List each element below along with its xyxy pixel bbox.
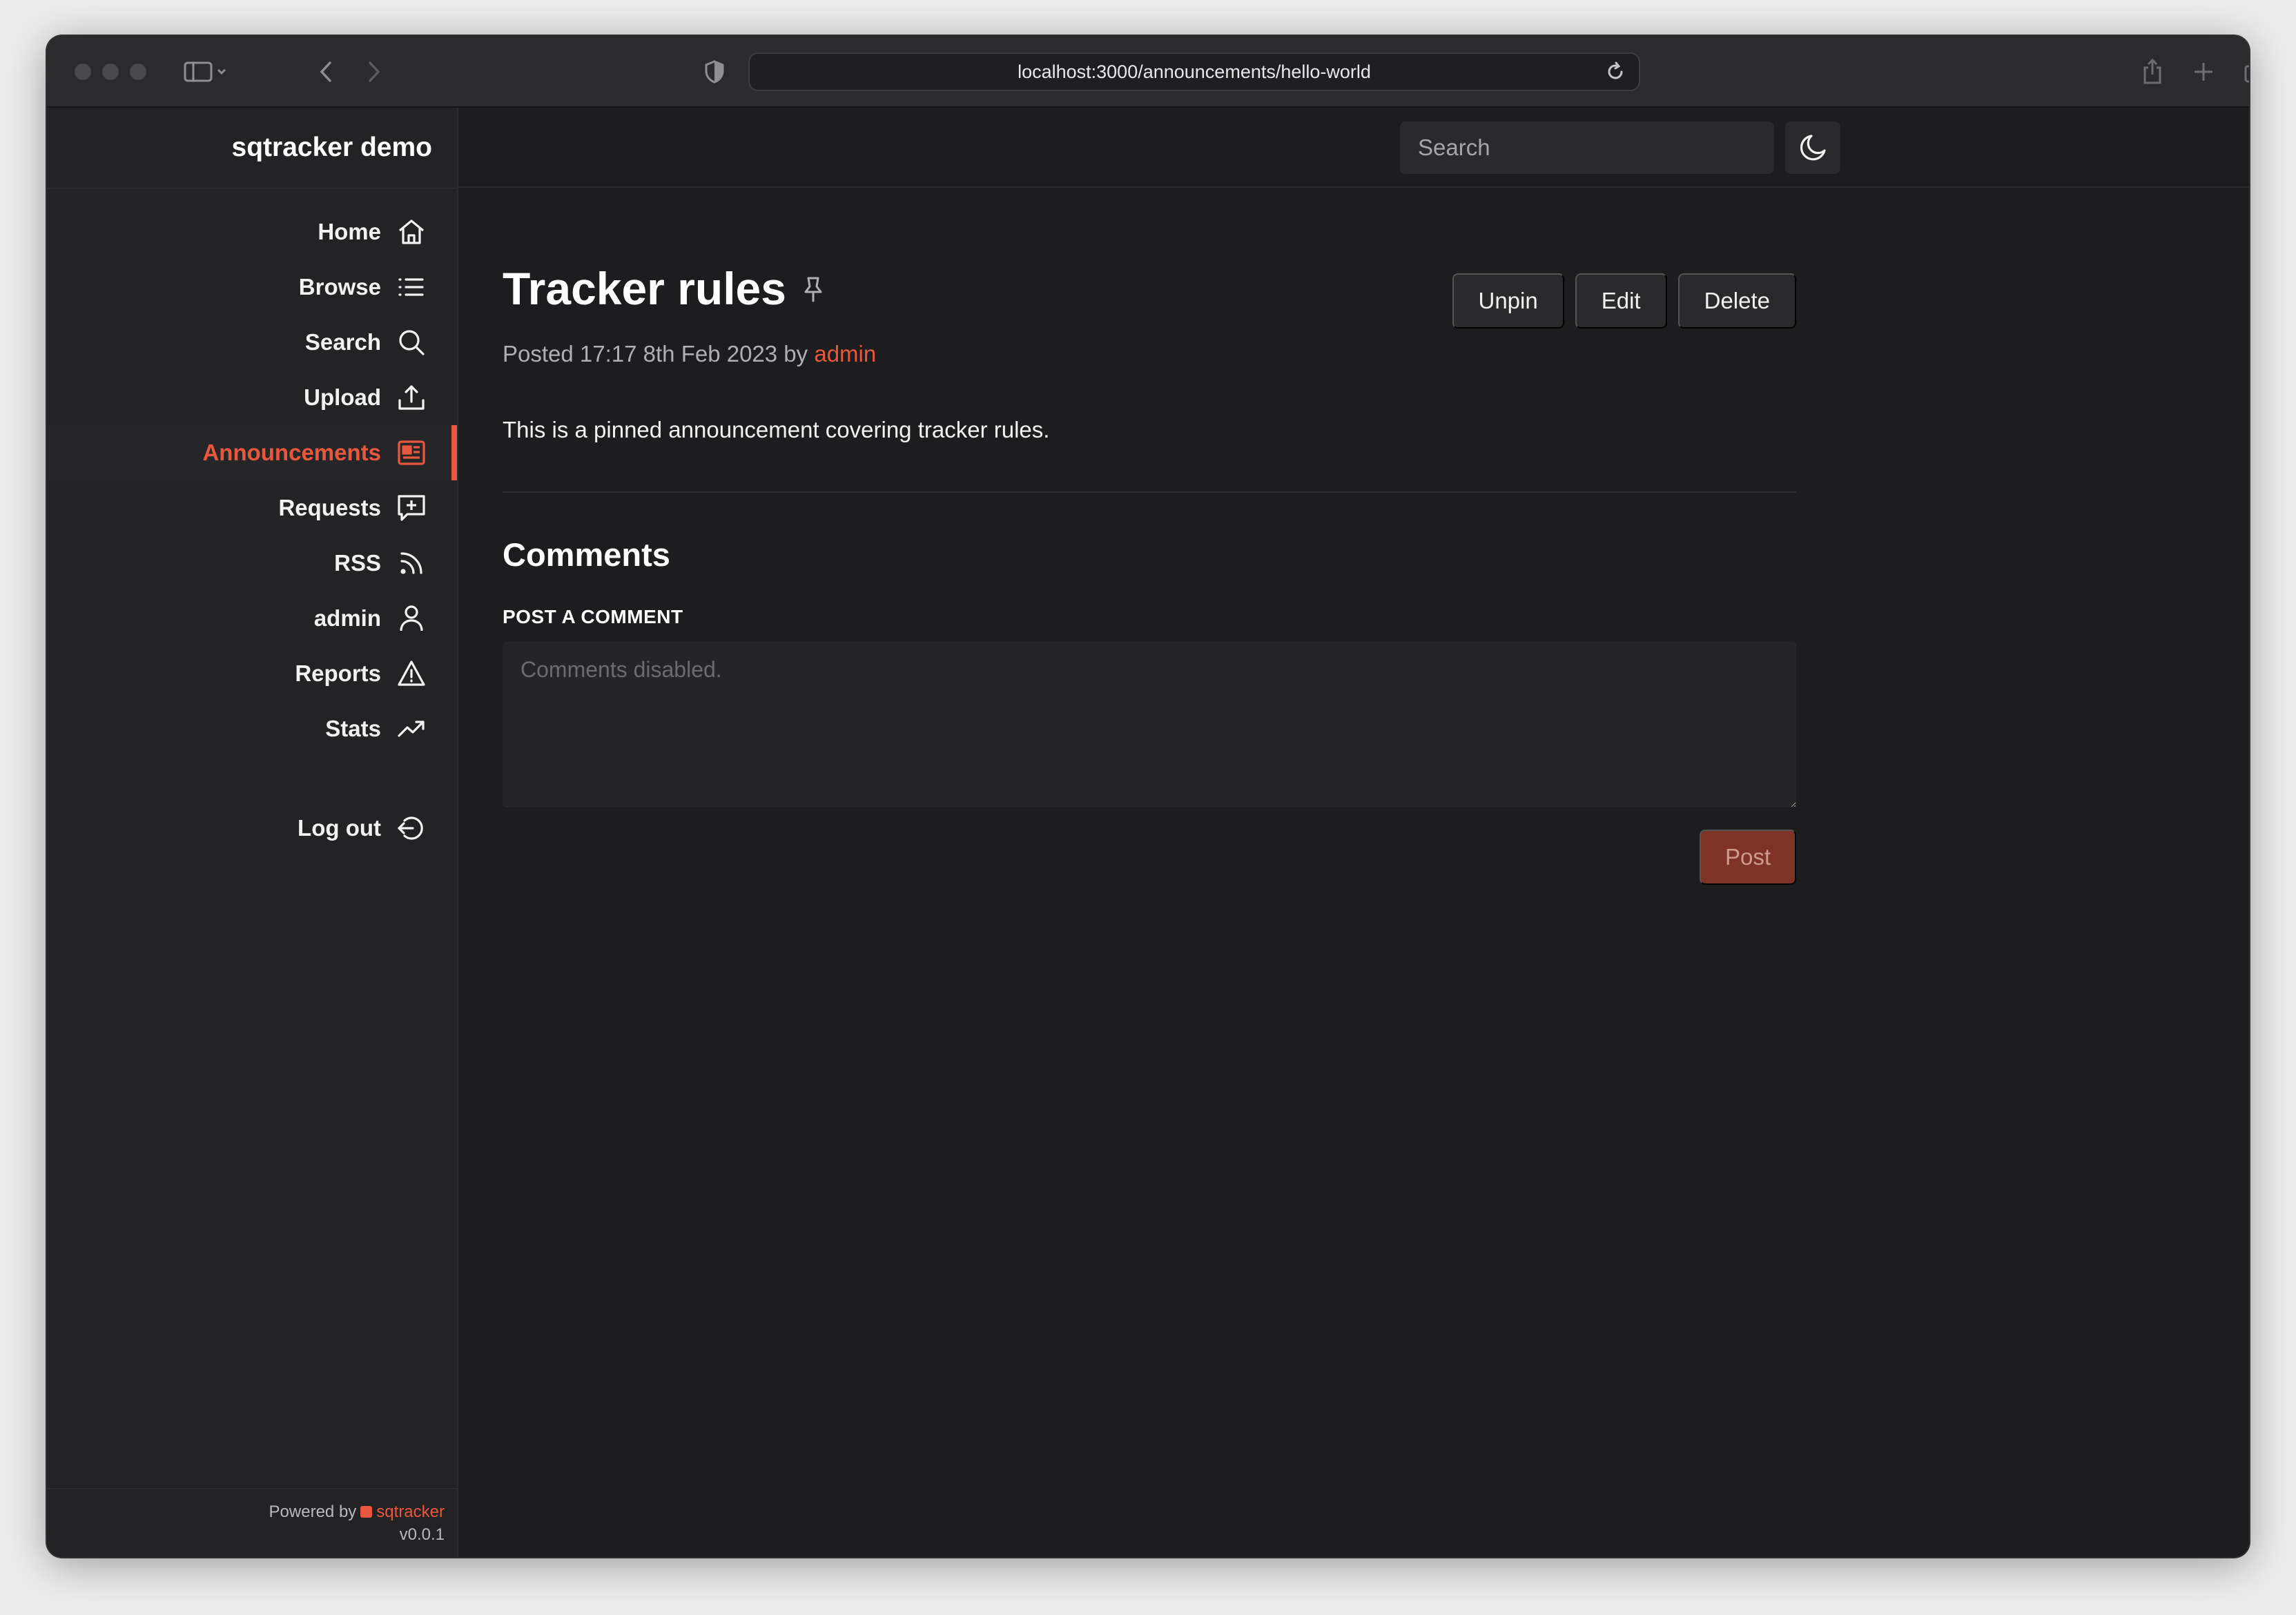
home-icon: [398, 219, 425, 244]
browser-window: localhost:3000/announcements/hello-world…: [47, 36, 2249, 1557]
powered-by-text: Powered by: [269, 1503, 357, 1521]
maximize-window-button[interactable]: [130, 63, 146, 80]
browser-toolbar: localhost:3000/announcements/hello-world: [47, 36, 2249, 108]
sidebar-item-reports[interactable]: Reports: [47, 646, 457, 701]
sidebar-item-label: RSS: [334, 550, 381, 576]
sidebar-item-label: Announcements: [202, 440, 381, 465]
delete-button[interactable]: Delete: [1677, 273, 1796, 329]
top-header: [458, 108, 2249, 188]
new-tab-icon[interactable]: [2190, 57, 2217, 87]
sidebar-item-search[interactable]: Search: [47, 315, 457, 370]
newspaper-icon: [398, 440, 425, 465]
message-plus-icon: [398, 495, 425, 521]
sidebar-item-label: admin: [313, 605, 381, 631]
title-row: Tracker rules: [503, 262, 825, 315]
user-icon: [400, 605, 423, 632]
sidebar-item-label: Home: [318, 219, 381, 244]
sidebar-item-label: Search: [304, 329, 381, 355]
tab-overview-icon[interactable]: [2242, 57, 2249, 87]
moon-icon: [1800, 135, 1826, 161]
list-icon: [398, 278, 424, 296]
comments-heading: Comments: [503, 536, 670, 573]
divider: [503, 491, 1796, 493]
sidebar-item-label: Upload: [304, 384, 381, 410]
post-meta: Posted 17:17 8th Feb 2023 by admin: [503, 341, 876, 367]
sidebar-nav: Home Browse Search Upload Announcements …: [47, 204, 457, 856]
sidebar-item-browse[interactable]: Browse: [47, 260, 457, 315]
sqtracker-logo-icon: [360, 1506, 373, 1518]
unpin-button[interactable]: Unpin: [1452, 273, 1564, 329]
page-title: Tracker rules: [503, 263, 786, 314]
search-input[interactable]: [1400, 121, 1774, 174]
logout-icon: [398, 816, 423, 840]
shield-icon: [699, 57, 730, 87]
url-text: localhost:3000/announcements/hello-world: [1018, 61, 1371, 82]
reload-icon[interactable]: [1604, 61, 1626, 88]
sidebar-item-home[interactable]: Home: [47, 204, 457, 260]
theme-toggle-button[interactable]: [1785, 121, 1840, 174]
post-comment-button[interactable]: Post: [1700, 830, 1796, 885]
sidebar-item-admin[interactable]: admin: [47, 591, 457, 646]
sidebar-item-requests[interactable]: Requests: [47, 480, 457, 536]
sidebar-item-stats[interactable]: Stats: [47, 701, 457, 756]
post-meta-text: Posted 17:17 8th Feb 2023 by: [503, 341, 808, 366]
sqtracker-link[interactable]: sqtracker: [376, 1503, 445, 1521]
announcement-body: This is a pinned announcement covering t…: [503, 417, 1050, 442]
sidebar-item-label: Reports: [295, 660, 381, 686]
rss-icon: [400, 552, 422, 574]
sidebar-toggle-icon[interactable]: [178, 57, 233, 87]
window-controls: [75, 63, 146, 80]
comment-textarea[interactable]: [503, 642, 1796, 808]
post-comment-label: POST A COMMENT: [503, 606, 683, 627]
sidebar-item-upload[interactable]: Upload: [47, 370, 457, 425]
logout-button[interactable]: Log out: [47, 801, 457, 856]
logout-label: Log out: [298, 815, 381, 841]
sidebar-item-label: Stats: [325, 716, 381, 741]
announcement-actions: Unpin Edit Delete: [1452, 273, 1796, 329]
minimize-window-button[interactable]: [102, 63, 119, 80]
share-icon[interactable]: [2139, 57, 2166, 87]
edit-button[interactable]: Edit: [1575, 273, 1667, 329]
back-icon[interactable]: [312, 57, 340, 87]
version-text: v0.0.1: [399, 1525, 445, 1544]
pin-icon: [801, 275, 825, 306]
sidebar-footer: Powered by sqtracker v0.0.1: [269, 1500, 445, 1546]
forward-icon[interactable]: [360, 57, 388, 87]
search-icon: [399, 330, 425, 355]
sidebar-item-announcements[interactable]: Announcements: [47, 425, 457, 480]
warning-icon: [398, 660, 425, 686]
author-link[interactable]: admin: [814, 341, 876, 366]
upload-icon: [398, 385, 425, 410]
address-bar[interactable]: localhost:3000/announcements/hello-world: [748, 52, 1640, 91]
sidebar-item-label: Requests: [278, 495, 381, 520]
close-window-button[interactable]: [75, 63, 91, 80]
sidebar: sqtracker demo Home Browse Search Upload…: [47, 108, 458, 1557]
sidebar-item-label: Browse: [298, 274, 381, 300]
brand-title[interactable]: sqtracker demo: [232, 108, 432, 188]
trending-up-icon: [398, 721, 425, 737]
sidebar-item-rss[interactable]: RSS: [47, 536, 457, 591]
divider: [47, 188, 457, 189]
divider: [47, 1488, 457, 1489]
